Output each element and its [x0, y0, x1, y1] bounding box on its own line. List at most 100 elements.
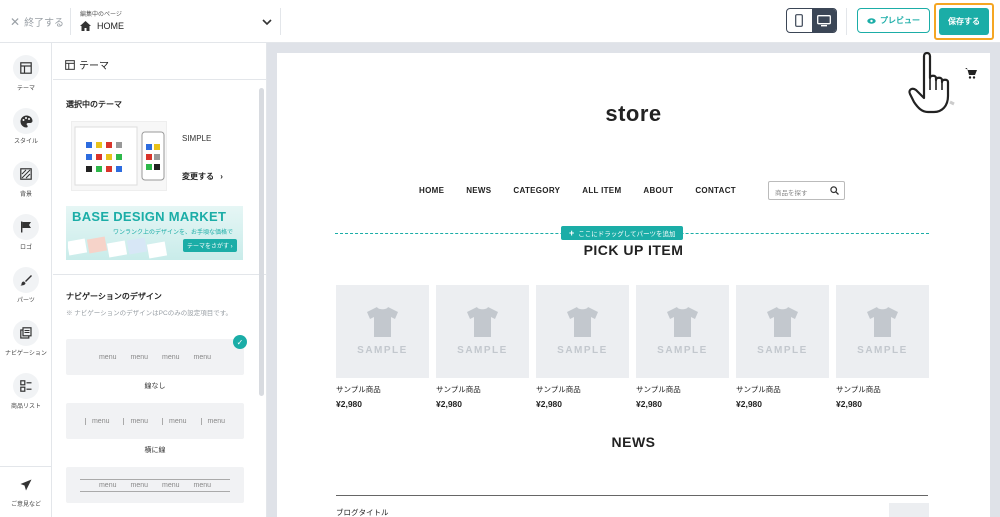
menu-sample: menu: [98, 481, 117, 489]
nav-option-underline[interactable]: menu menu menu menu: [66, 467, 244, 503]
divider: [280, 8, 281, 35]
theme-thumbnail: [71, 121, 167, 191]
save-button[interactable]: 保存する: [939, 8, 989, 35]
nav-item-all-item[interactable]: ALL ITEM: [582, 186, 621, 195]
menu-sample: menu: [193, 481, 212, 489]
product-image: SAMPLE: [336, 285, 429, 378]
theme-tiles-image: [68, 236, 168, 259]
product-price: ¥2,980: [336, 399, 362, 409]
menu-sample: menu: [84, 417, 109, 425]
save-highlight: 保存する: [934, 3, 994, 40]
sample-text: SAMPLE: [757, 345, 808, 356]
eye-icon: [867, 17, 876, 24]
nav-item-news[interactable]: NEWS: [466, 186, 491, 195]
page-caption: 編集中のページ: [80, 12, 122, 18]
product-name: サンプル商品: [636, 385, 681, 394]
rail-item-product-list[interactable]: 商品リスト: [0, 373, 52, 410]
palette-icon: [13, 108, 39, 134]
sample-text: SAMPLE: [557, 345, 608, 356]
product-price: ¥2,980: [536, 399, 562, 409]
nav-option-none[interactable]: menu menu menu menu: [66, 339, 244, 375]
store-search-input[interactable]: 商品を探す: [768, 181, 845, 200]
rail-item-logo[interactable]: ロゴ: [0, 214, 52, 251]
selected-check-icon: ✓: [233, 335, 247, 349]
plus-icon: +: [569, 228, 575, 238]
nav-design-heading: ナビゲーションのデザイン: [66, 292, 162, 301]
product-price: ¥2,980: [836, 399, 862, 409]
rail-item-parts[interactable]: パーツ: [0, 267, 52, 304]
product-name: サンプル商品: [536, 385, 581, 394]
panel-title: テーマ: [65, 57, 109, 72]
rail-item-navigation[interactable]: ナビゲーション: [0, 320, 52, 357]
nav-item-category[interactable]: CATEGORY: [513, 186, 560, 195]
list-icon: [13, 373, 39, 399]
page-selector[interactable]: 編集中のページ HOME: [80, 9, 276, 31]
sample-text: SAMPLE: [657, 345, 708, 356]
layout-icon: [13, 55, 39, 81]
search-placeholder: 商品を探す: [775, 190, 808, 197]
mobile-view-button[interactable]: [787, 9, 812, 32]
nav-item-home[interactable]: HOME: [419, 186, 444, 195]
store-nav: HOME NEWS CATEGORY ALL ITEM ABOUT CONTAC…: [419, 186, 736, 195]
chevron-right-icon: ›: [220, 172, 223, 181]
design-market-banner[interactable]: BASE DESIGN MARKET ワンランク上のデザインを、お手頃な価格で …: [66, 206, 243, 260]
change-theme-label: 変更する: [182, 172, 214, 181]
search-icon: [830, 186, 839, 195]
divider: [53, 274, 266, 275]
divider: [53, 79, 266, 80]
product-image: SAMPLE: [536, 285, 629, 378]
current-theme-heading: 選択中のテーマ: [66, 100, 122, 109]
exit-label: 終了する: [24, 18, 65, 29]
feedback-button[interactable]: ご意見など: [0, 479, 52, 508]
chevron-down-icon: [262, 19, 272, 26]
menu-sample: menu: [193, 353, 212, 361]
sample-text: SAMPLE: [357, 345, 408, 356]
divider: [70, 8, 71, 35]
rail-label: ロゴ: [19, 245, 32, 251]
smartphone-icon: [795, 14, 804, 27]
sample-text: SAMPLE: [857, 345, 908, 356]
nav-item-contact[interactable]: CONTACT: [695, 186, 736, 195]
product-name: サンプル商品: [736, 385, 781, 394]
product-card[interactable]: SAMPLE サンプル商品 ¥2,980: [636, 285, 729, 409]
product-image: SAMPLE: [836, 285, 929, 378]
menu-sample: menu: [162, 417, 187, 425]
product-card[interactable]: SAMPLE サンプル商品 ¥2,980: [536, 285, 629, 409]
menu-sample: menu: [200, 417, 225, 425]
product-card[interactable]: SAMPLE サンプル商品 ¥2,980: [436, 285, 529, 409]
change-theme-link[interactable]: 変更する ›: [182, 171, 223, 182]
preview-button[interactable]: プレビュー: [857, 8, 930, 33]
nav-item-about[interactable]: ABOUT: [643, 186, 673, 195]
product-card[interactable]: SAMPLE サンプル商品 ¥2,980: [836, 285, 929, 409]
divider: [0, 466, 52, 467]
flag-icon: [13, 214, 39, 240]
menu-sample: menu: [162, 353, 180, 361]
navigation-icon: [13, 320, 39, 346]
product-name: サンプル商品: [436, 385, 481, 394]
desktop-view-button[interactable]: [811, 9, 836, 32]
tshirt-icon: [367, 307, 398, 337]
rail-label: スタイル: [13, 139, 38, 145]
panel-scrollbar[interactable]: [259, 88, 264, 396]
page-value: HOME: [97, 21, 124, 31]
preview-label: プレビュー: [880, 16, 920, 25]
product-price: ¥2,980: [436, 399, 462, 409]
add-parts-drop-zone[interactable]: + ここにドラッグしてパーツを追加: [561, 226, 684, 240]
product-card[interactable]: SAMPLE サンプル商品 ¥2,980: [736, 285, 829, 409]
exit-button[interactable]: ✕ 終了する: [10, 14, 65, 30]
rail-item-background[interactable]: 背景: [0, 161, 52, 198]
rail-item-style[interactable]: スタイル: [0, 108, 52, 145]
news-item-title[interactable]: ブログタイトル: [336, 507, 389, 517]
product-image: SAMPLE: [636, 285, 729, 378]
feedback-label: ご意見など: [10, 502, 41, 508]
rail-label: パーツ: [17, 298, 35, 304]
divider: [846, 8, 847, 35]
device-toggle: [786, 8, 837, 33]
product-price: ¥2,980: [636, 399, 662, 409]
find-theme-button[interactable]: テーマをさがす ›: [183, 239, 237, 252]
rail-item-theme[interactable]: テーマ: [0, 55, 52, 92]
layout-icon: [65, 59, 75, 70]
store-logo[interactable]: store: [277, 101, 990, 127]
nav-option-dividers[interactable]: menu menu menu menu: [66, 403, 244, 439]
product-card[interactable]: SAMPLE サンプル商品 ¥2,980: [336, 285, 429, 409]
